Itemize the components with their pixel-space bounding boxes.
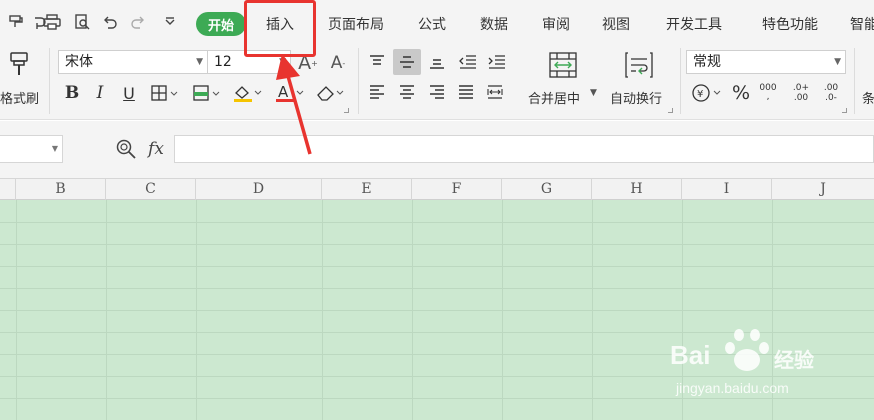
format-painter-label[interactable]: 格式刷 — [0, 88, 39, 107]
chevron-down-icon: ▼ — [51, 144, 58, 153]
number-format-select[interactable]: 常规 ▼ — [686, 50, 846, 74]
column-headers: B C D E F G H I J — [0, 178, 874, 200]
column-header-a[interactable] — [0, 179, 16, 200]
formula-bar: ▼ fx — [0, 121, 874, 178]
tab-review[interactable]: 审阅 — [542, 14, 570, 34]
tab-formulas[interactable]: 公式 — [418, 14, 446, 34]
tab-page-layout[interactable]: 页面布局 — [328, 14, 384, 34]
menu-tab-bar: 开始 插入 页面布局 公式 数据 审阅 视图 开发工具 特色功能 智能 — [0, 0, 874, 44]
font-dialog-launcher-icon[interactable] — [344, 108, 349, 113]
decrease-indent-icon[interactable] — [456, 52, 480, 72]
number-dialog-launcher-icon[interactable] — [842, 108, 847, 113]
alignment-dialog-launcher-icon[interactable] — [668, 108, 673, 113]
decrease-decimal-icon[interactable]: .00.0- — [818, 82, 844, 104]
thousands-separator-icon[interactable]: 000, — [758, 82, 778, 104]
tab-data[interactable]: 数据 — [480, 14, 508, 34]
home-ribbon: 格式刷 宋体 ▼ 12 ▼ A+ A- B I U A — [0, 44, 874, 120]
align-middle-icon[interactable] — [393, 49, 421, 75]
ribbon-divider — [358, 48, 359, 114]
merge-center-icon[interactable] — [546, 50, 580, 80]
watermark-brand: Bai — [670, 340, 711, 370]
justify-icon[interactable] — [455, 82, 477, 102]
fill-color-icon[interactable] — [230, 82, 266, 104]
grid-line — [0, 222, 874, 223]
cell-style-icon[interactable] — [190, 82, 224, 104]
spreadsheet-app: 开始 插入 页面布局 公式 数据 审阅 视图 开发工具 特色功能 智能 格式刷 … — [0, 0, 874, 420]
ribbon-divider — [854, 48, 855, 114]
font-name-value: 宋体 — [65, 54, 93, 70]
svg-text:¥: ¥ — [697, 89, 703, 100]
align-top-icon[interactable] — [366, 52, 388, 72]
grid-line — [0, 288, 874, 289]
underline-icon[interactable]: U — [118, 82, 140, 104]
name-box[interactable]: ▼ — [0, 135, 63, 163]
format-painter-icon[interactable] — [6, 50, 32, 78]
ribbon-divider — [680, 48, 681, 114]
tab-special-features[interactable]: 特色功能 — [762, 14, 818, 34]
annotation-highlight-box — [244, 0, 316, 57]
column-header[interactable]: I — [682, 179, 772, 200]
print-preview-icon[interactable] — [72, 12, 92, 32]
column-header[interactable]: J — [772, 179, 874, 200]
percent-icon[interactable]: % — [730, 82, 752, 104]
annotation-arrow-icon — [276, 54, 312, 155]
chevron-down-icon[interactable]: ▼ — [590, 88, 597, 98]
wrap-text-icon[interactable] — [622, 50, 656, 80]
tab-developer[interactable]: 开发工具 — [666, 14, 722, 34]
align-left-icon[interactable] — [366, 82, 388, 102]
number-format-value: 常规 — [693, 54, 721, 70]
column-header[interactable]: F — [412, 179, 502, 200]
grid-line — [0, 310, 874, 311]
align-right-icon[interactable] — [426, 82, 448, 102]
column-header[interactable]: G — [502, 179, 592, 200]
distributed-align-icon[interactable] — [484, 82, 506, 102]
insert-function-button[interactable]: fx — [144, 137, 168, 161]
currency-icon[interactable]: ¥ — [690, 82, 724, 104]
column-header[interactable]: H — [592, 179, 682, 200]
increase-decimal-icon[interactable]: .0+ .00 — [788, 82, 814, 104]
font-size-value: 12 — [214, 54, 232, 70]
ribbon-divider — [49, 48, 50, 114]
align-center-icon[interactable] — [396, 82, 418, 102]
border-icon[interactable] — [148, 82, 182, 104]
watermark-brand-cn: 经验 — [774, 348, 814, 372]
chevron-down-icon: ▼ — [196, 57, 203, 67]
tab-smart[interactable]: 智能 — [850, 14, 874, 34]
font-name-select[interactable]: 宋体 ▼ — [58, 50, 208, 74]
merge-center-label[interactable]: 合并居中 — [528, 88, 580, 107]
format-painter-icon[interactable] — [6, 12, 26, 32]
zoom-icon[interactable] — [114, 137, 138, 161]
column-header[interactable]: D — [196, 179, 322, 200]
italic-icon[interactable]: I — [90, 82, 110, 104]
font-shrink-icon[interactable]: A- — [326, 52, 350, 74]
align-bottom-icon[interactable] — [426, 52, 448, 72]
bold-icon[interactable]: B — [62, 82, 82, 104]
watermark-url: jingyan.baidu.com — [676, 380, 789, 396]
column-header[interactable]: E — [322, 179, 412, 200]
conditional-format-label[interactable]: 条 — [862, 88, 874, 107]
increase-indent-icon[interactable] — [485, 52, 509, 72]
wrap-text-label[interactable]: 自动换行 — [610, 88, 662, 107]
more-dropdown-icon[interactable] — [160, 12, 180, 32]
grid-line — [0, 244, 874, 245]
paw-logo-icon — [725, 329, 769, 371]
tab-view[interactable]: 视图 — [602, 14, 630, 34]
tab-home[interactable]: 开始 — [196, 12, 246, 36]
chevron-down-icon: ▼ — [834, 57, 841, 67]
column-header[interactable]: C — [106, 179, 196, 200]
print-icon[interactable] — [42, 12, 62, 32]
redo-icon[interactable] — [128, 12, 148, 32]
undo-icon[interactable] — [100, 12, 120, 32]
grid-line — [0, 266, 874, 267]
column-header[interactable]: B — [16, 179, 106, 200]
baidu-watermark: Bai 经验 jingyan.baidu.com — [670, 326, 870, 406]
